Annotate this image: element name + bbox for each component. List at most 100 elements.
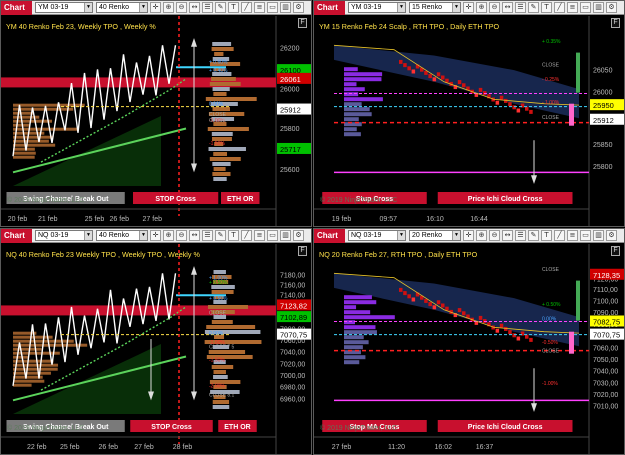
signal-box-label: ETH OR [227, 196, 253, 203]
chart-float-toggle-button[interactable]: F [611, 18, 620, 28]
text-icon[interactable]: T [228, 2, 239, 13]
split-icon[interactable]: ▥ [280, 230, 291, 241]
price-chart[interactable]: YM 15 Renko Feb 24 Scalp , RTH TPO , Dai… [314, 16, 625, 227]
tpo-bar [213, 167, 226, 171]
percent-level-label: 0.00% [542, 317, 557, 323]
draw-icon[interactable]: ✎ [215, 230, 226, 241]
period-selector[interactable]: 20 Renko ▼ [409, 230, 461, 241]
properties-icon[interactable]: ☰ [202, 2, 213, 13]
line-icon[interactable]: ╱ [554, 230, 565, 241]
tpo-bar [209, 157, 241, 161]
settings-icon[interactable]: ⚙ [293, 230, 304, 241]
zoom-out-icon[interactable]: ⊖ [489, 230, 500, 241]
fibonacci-icon[interactable]: ≡ [567, 230, 578, 241]
chart-tab-label[interactable]: Chart [314, 1, 345, 15]
crosshair-icon[interactable]: ✛ [150, 2, 161, 13]
percent-level-label: + 0.35% [542, 39, 561, 45]
crosshair-icon[interactable]: ✛ [150, 230, 161, 241]
split-icon[interactable]: ▥ [593, 2, 604, 13]
draw-icon[interactable]: ✎ [528, 230, 539, 241]
scroll-icon[interactable]: ↔ [189, 230, 200, 241]
properties-icon[interactable]: ☰ [515, 2, 526, 13]
chart-window-nq-20-renko[interactable]: Chart NQ 03-19 ▼ 20 Renko ▼ ✛ ⊕ ⊖ ↔ ☰ ✎ T ╱ ≡ ▭ ▥ ⚙ F NQ 2… [313, 228, 625, 455]
settings-icon[interactable]: ⚙ [606, 230, 617, 241]
crosshair-icon[interactable]: ✛ [463, 2, 474, 13]
chart-window-nq-40-renko[interactable]: Chart NQ 03-19 ▼ 40 Renko ▼ ✛ ⊕ ⊖ ↔ ☰ ✎ T ╱ ≡ ▭ ▥ ⚙ F NQ 4… [0, 228, 312, 455]
chevron-down-icon: ▼ [84, 3, 92, 12]
period-selector[interactable]: 40 Renko ▼ [96, 230, 148, 241]
text-icon[interactable]: T [228, 230, 239, 241]
time-axis-label: 26 feb [110, 216, 130, 223]
renko-brick [407, 294, 411, 299]
period-selector[interactable]: 15 Renko ▼ [409, 2, 461, 13]
zoom-in-icon[interactable]: ⊕ [476, 2, 487, 13]
time-axis-label: 16:10 [426, 216, 444, 223]
settings-icon[interactable]: ⚙ [606, 2, 617, 13]
time-axis-label: 26 feb [99, 444, 119, 451]
draw-icon[interactable]: ✎ [215, 2, 226, 13]
fibonacci-icon[interactable]: ≡ [567, 2, 578, 13]
rectangle-icon[interactable]: ▭ [580, 230, 591, 241]
rectangle-icon[interactable]: ▭ [267, 2, 278, 13]
zoom-in-icon[interactable]: ⊕ [163, 230, 174, 241]
price-chart[interactable]: NQ 20 Renko Feb 27, RTH TPO , Daily ETH … [314, 244, 625, 455]
line-icon[interactable]: ╱ [554, 2, 565, 13]
zoom-out-icon[interactable]: ⊖ [176, 230, 187, 241]
crosshair-icon[interactable]: ✛ [463, 230, 474, 241]
price-axis-label: 7040,00 [280, 350, 305, 357]
chevron-down-icon: ▼ [397, 231, 405, 240]
chart-tab-label[interactable]: Chart [1, 1, 32, 15]
renko-brick [516, 336, 521, 341]
scroll-icon[interactable]: ↔ [502, 230, 513, 241]
chart-float-toggle-button[interactable]: F [298, 18, 307, 28]
instrument-selector[interactable]: NQ 03-19 ▼ [35, 230, 93, 241]
fibonacci-icon[interactable]: ≡ [254, 2, 265, 13]
zoom-out-icon[interactable]: ⊖ [176, 2, 187, 13]
chart-window-ym-40-renko[interactable]: Chart YM 03-19 ▼ 40 Renko ▼ ✛ ⊕ ⊖ ↔ ☰ ✎ T ╱ ≡ ▭ ▥ ⚙ F YM 4… [0, 0, 312, 227]
arrow-down-icon [531, 175, 537, 184]
rectangle-icon[interactable]: ▭ [580, 2, 591, 13]
properties-icon[interactable]: ☰ [515, 230, 526, 241]
split-icon[interactable]: ▥ [593, 230, 604, 241]
chart-grid: Chart YM 03-19 ▼ 40 Renko ▼ ✛ ⊕ ⊖ ↔ ☰ ✎ T ╱ ≡ ▭ ▥ ⚙ F YM 4… [0, 0, 625, 455]
chart-float-toggle-button[interactable]: F [611, 246, 620, 256]
price-chart[interactable]: NQ 40 Renko Feb 23 Weekly TPO , Weekly T… [1, 244, 312, 455]
tpo-bar [13, 147, 35, 151]
tpo-bar [13, 359, 54, 363]
tpo-bar [211, 320, 233, 324]
tpo-bar [212, 405, 230, 409]
line-icon[interactable]: ╱ [241, 230, 252, 241]
zoom-out-icon[interactable]: ⊖ [489, 2, 500, 13]
text-icon[interactable]: T [541, 230, 552, 241]
price-chart[interactable]: YM 40 Renko Feb 23, Weekly TPO , Weekly … [1, 16, 312, 227]
period-selector[interactable]: 40 Renko ▼ [96, 2, 148, 13]
fibonacci-icon[interactable]: ≡ [254, 230, 265, 241]
zoom-in-icon[interactable]: ⊕ [163, 2, 174, 13]
chart-tab-label[interactable]: Chart [314, 229, 345, 243]
tpo-bar [214, 52, 224, 56]
split-icon[interactable]: ▥ [280, 2, 291, 13]
chart-tab-label[interactable]: Chart [1, 229, 32, 243]
tpo-bar [13, 107, 74, 111]
chart-window-ym-15-renko[interactable]: Chart YM 03-19 ▼ 15 Renko ▼ ✛ ⊕ ⊖ ↔ ☰ ✎ T ╱ ≡ ▭ ▥ ⚙ F YM 1… [313, 0, 625, 227]
scroll-icon[interactable]: ↔ [189, 2, 200, 13]
instrument-selector[interactable]: YM 03-19 ▼ [348, 2, 406, 13]
rectangle-icon[interactable]: ▭ [267, 230, 278, 241]
draw-icon[interactable]: ✎ [528, 2, 539, 13]
renko-brick [407, 66, 411, 71]
tpo-bar [13, 119, 53, 123]
percent-level-label: - 0.25% [542, 77, 560, 83]
instrument-selector[interactable]: NQ 03-19 ▼ [348, 230, 406, 241]
scroll-icon[interactable]: ↔ [502, 2, 513, 13]
tpo-bar [13, 347, 42, 351]
text-icon[interactable]: T [541, 2, 552, 13]
renko-brick [495, 328, 500, 333]
settings-icon[interactable]: ⚙ [293, 2, 304, 13]
tpo-bar [212, 87, 230, 91]
instrument-selector[interactable]: YM 03-19 ▼ [35, 2, 93, 13]
properties-icon[interactable]: ☰ [202, 230, 213, 241]
chart-float-toggle-button[interactable]: F [298, 246, 307, 256]
zoom-in-icon[interactable]: ⊕ [476, 230, 487, 241]
line-icon[interactable]: ╱ [241, 2, 252, 13]
price-marker-value: 7082,75 [593, 317, 620, 326]
